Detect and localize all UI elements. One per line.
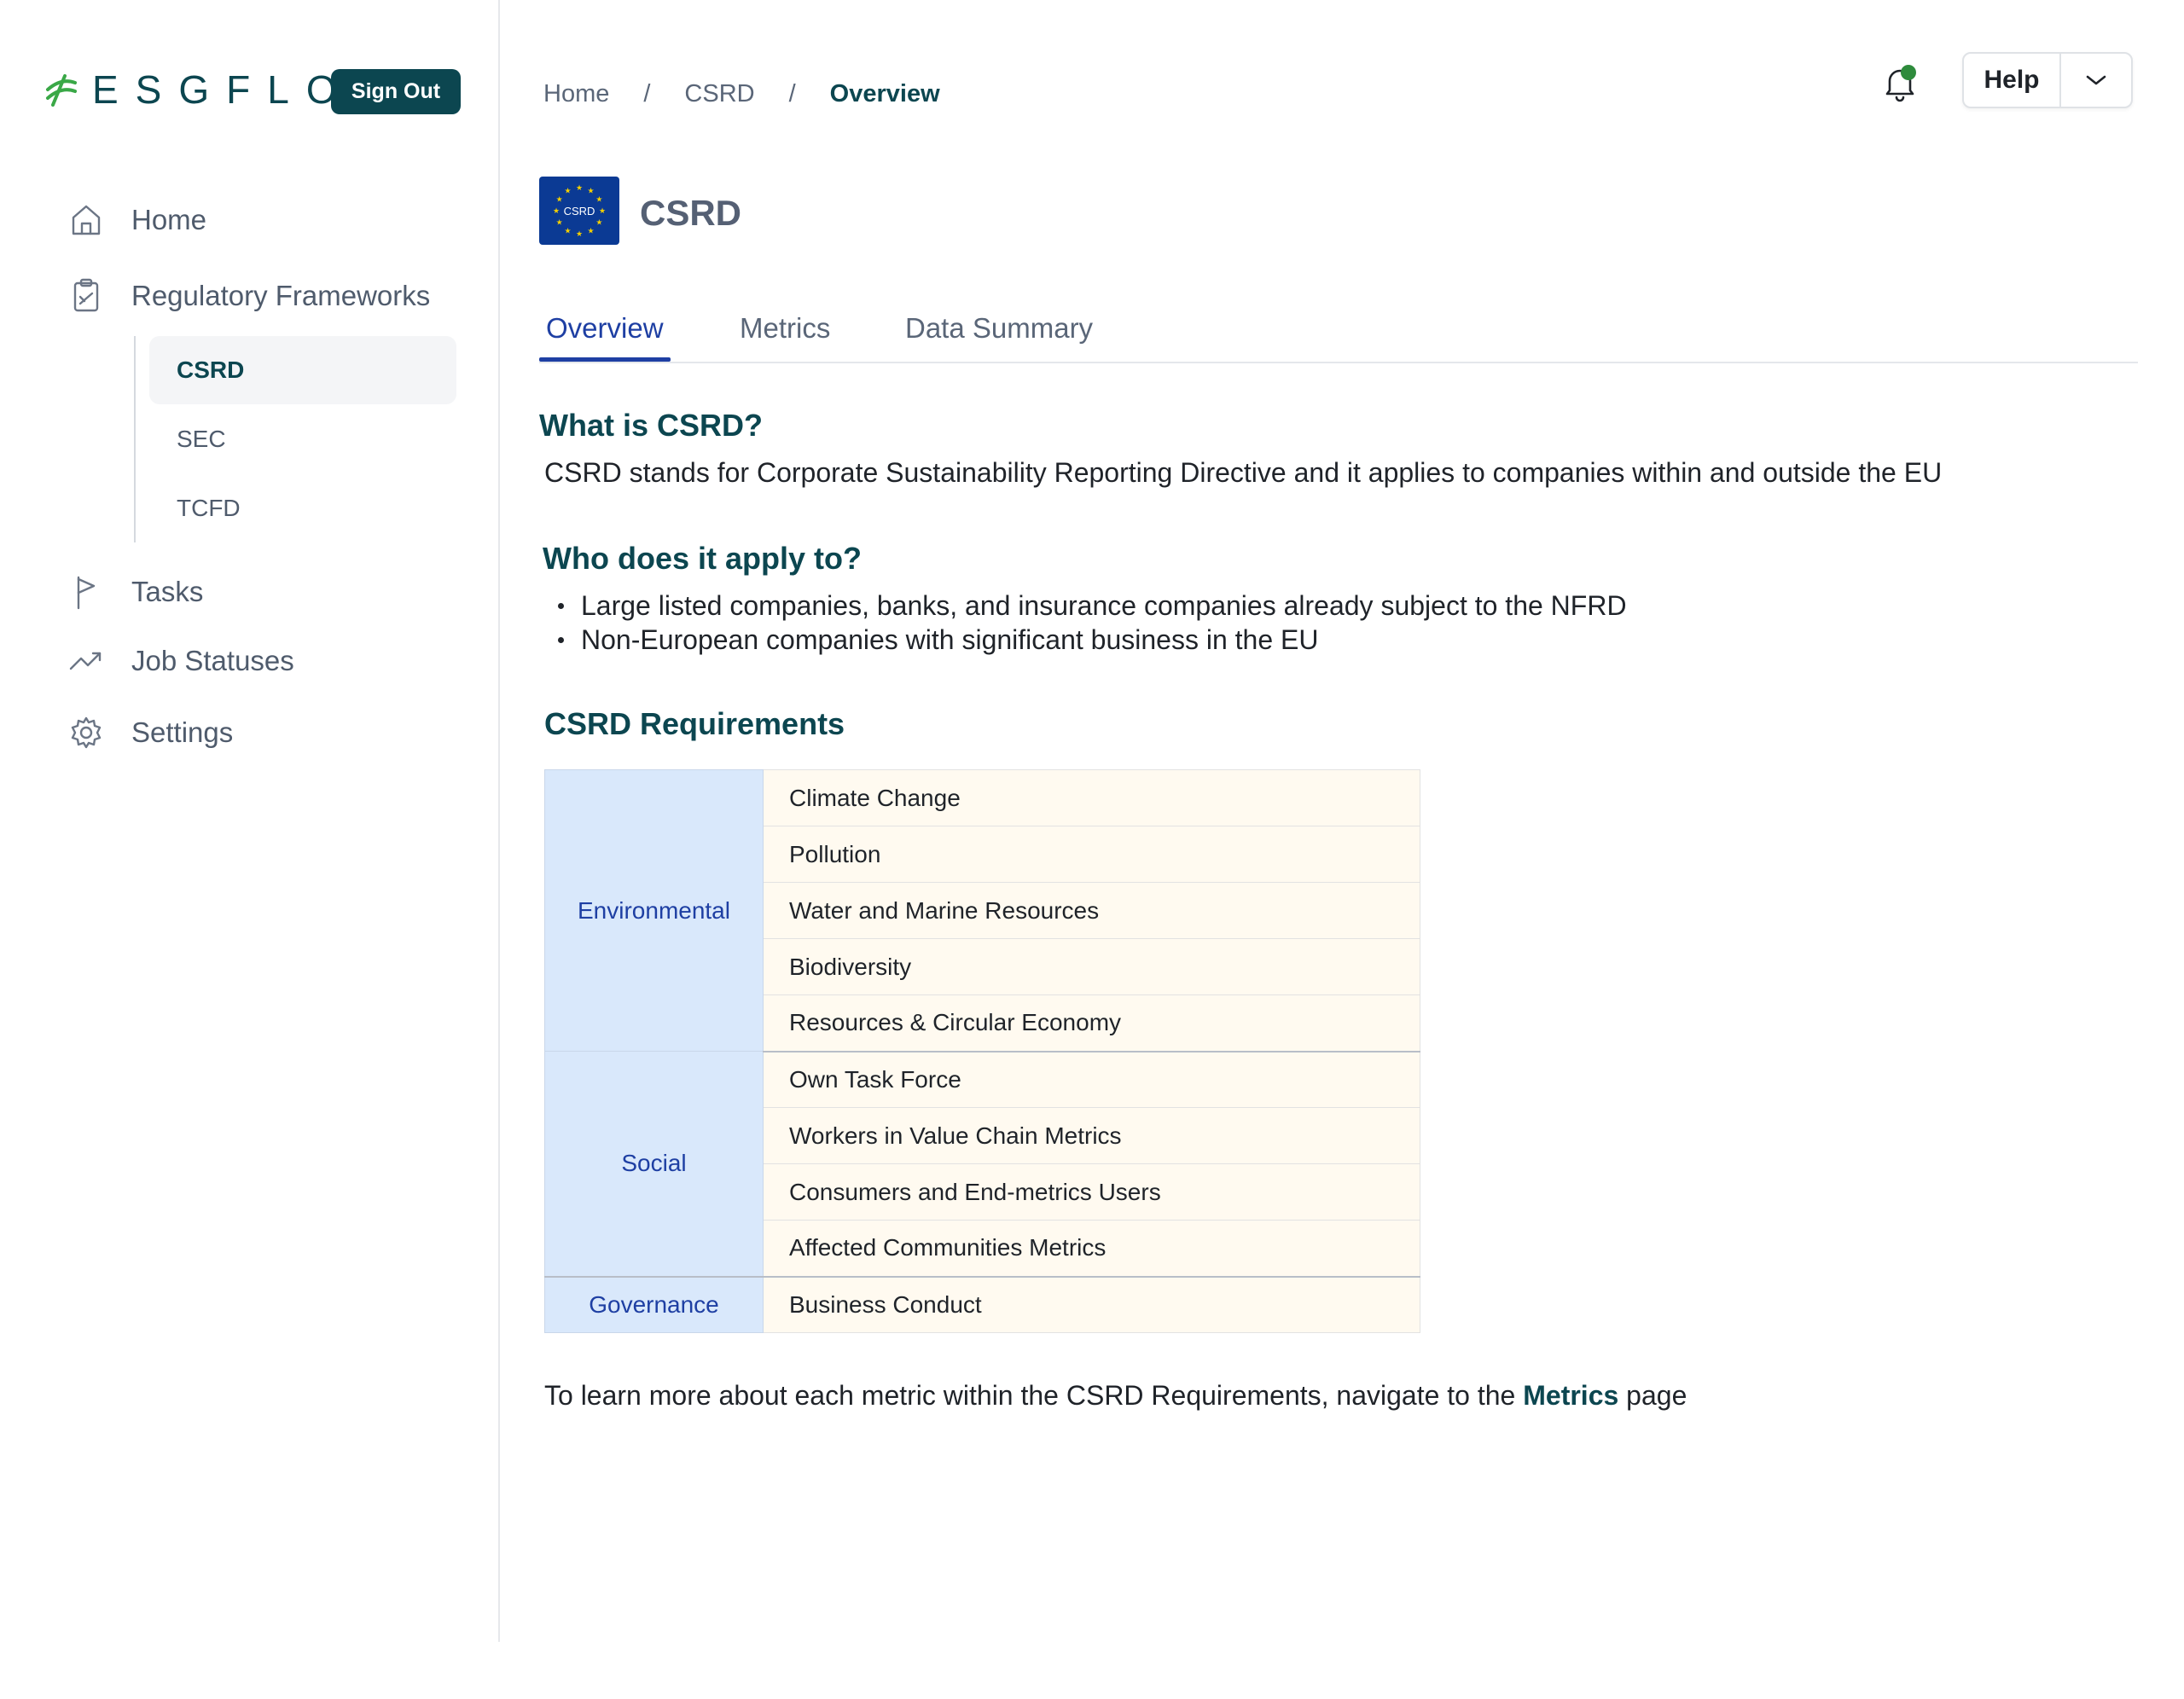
page-title: CSRD xyxy=(640,193,742,233)
list-item: Large listed companies, banks, and insur… xyxy=(555,589,1627,623)
list-item: Non-European companies with significant … xyxy=(555,623,1627,657)
gear-icon xyxy=(68,715,104,751)
breadcrumb-separator: / xyxy=(643,80,651,107)
sidebar-item-home[interactable]: Home xyxy=(68,202,206,238)
what-is-text: CSRD stands for Corporate Sustainability… xyxy=(544,457,1943,488)
breadcrumb-csrd[interactable]: CSRD xyxy=(684,80,754,108)
sidebar-item-job-statuses[interactable]: Job Statuses xyxy=(68,643,294,679)
who-applies-list: Large listed companies, banks, and insur… xyxy=(555,589,1627,657)
flag-icon xyxy=(68,574,104,610)
who-applies-heading: Who does it apply to? xyxy=(543,541,862,576)
sidebar-item-tasks[interactable]: Tasks xyxy=(68,574,203,610)
notification-dot xyxy=(1901,65,1916,80)
table-row: Environmental Climate Change xyxy=(544,769,1420,1052)
sidebar-subitem-sec[interactable]: SEC xyxy=(149,405,456,473)
tab-overview[interactable]: Overview xyxy=(546,312,664,345)
what-is-heading: What is CSRD? xyxy=(539,408,764,443)
requirement-item: Affected Communities Metrics xyxy=(763,1220,1420,1278)
category-social: Social xyxy=(544,1051,764,1278)
requirement-item: Business Conduct xyxy=(763,1276,1420,1333)
brand-logo[interactable]: ESGFLO xyxy=(43,67,354,112)
list-item-text: Large listed companies, banks, and insur… xyxy=(581,589,1627,621)
breadcrumb-home[interactable]: Home xyxy=(543,80,609,108)
requirement-item: Own Task Force xyxy=(763,1051,1420,1108)
sidebar-subitem-csrd[interactable]: CSRD xyxy=(149,336,456,404)
sign-out-button[interactable]: Sign Out xyxy=(331,69,461,114)
sidebar-item-label: Tasks xyxy=(131,576,204,607)
home-icon xyxy=(68,202,104,238)
table-row: Governance Business Conduct xyxy=(544,1276,1420,1333)
breadcrumb: Home / CSRD / Overview xyxy=(543,80,940,108)
requirement-item: Biodiversity xyxy=(763,938,1420,995)
help-menu-toggle[interactable] xyxy=(2061,54,2131,107)
help-button[interactable]: Help xyxy=(1964,54,2061,107)
requirement-item: Consumers and End-metrics Users xyxy=(763,1163,1420,1221)
breadcrumb-current: Overview xyxy=(829,80,940,107)
subnav-divider xyxy=(134,336,136,542)
sidebar-item-label: Home xyxy=(131,204,207,235)
tab-data-summary[interactable]: Data Summary xyxy=(905,312,1093,345)
requirement-item: Climate Change xyxy=(763,769,1420,826)
brand-name: ESGFLO xyxy=(92,67,354,112)
requirements-table: Environmental Climate Change Pollution W… xyxy=(544,769,1420,1333)
csrd-eu-flag-badge: ★ ★ ★ ★ ★ ★ ★ ★ ★ ★ ★ ★ CSRD xyxy=(539,177,619,245)
sidebar-item-regulatory-frameworks[interactable]: Regulatory Frameworks xyxy=(68,278,430,314)
metrics-link[interactable]: Metrics xyxy=(1523,1380,1618,1411)
help-dropdown: Help xyxy=(1962,52,2133,108)
badge-text: CSRD xyxy=(563,204,595,217)
active-tab-indicator xyxy=(539,357,671,362)
sidebar-item-label: Job Statuses xyxy=(131,645,294,676)
requirement-item: Pollution xyxy=(763,826,1420,883)
bullet-icon xyxy=(558,602,564,609)
bullet-icon xyxy=(558,636,564,643)
metrics-navigation-note: To learn more about each metric within t… xyxy=(544,1380,1687,1412)
category-environmental: Environmental xyxy=(544,769,764,1052)
sidebar-item-label: Settings xyxy=(131,716,234,748)
requirement-item: Water and Marine Resources xyxy=(763,882,1420,939)
note-suffix: page xyxy=(1618,1380,1687,1411)
note-prefix: To learn more about each metric within t… xyxy=(544,1380,1524,1411)
breadcrumb-separator: / xyxy=(788,80,796,107)
requirements-heading: CSRD Requirements xyxy=(544,706,845,741)
sidebar: ESGFLO Sign Out Home Regulatory Framewor… xyxy=(0,0,500,1642)
requirement-item: Workers in Value Chain Metrics xyxy=(763,1107,1420,1164)
list-item-text: Non-European companies with significant … xyxy=(581,623,1319,655)
sidebar-subitem-tcfd[interactable]: TCFD xyxy=(149,474,456,542)
requirement-item: Resources & Circular Economy xyxy=(763,994,1420,1052)
sidebar-item-settings[interactable]: Settings xyxy=(68,715,233,751)
sidebar-item-label: Regulatory Frameworks xyxy=(131,280,431,311)
category-governance: Governance xyxy=(544,1276,764,1333)
table-row: Social Own Task Force xyxy=(544,1051,1420,1278)
tab-metrics[interactable]: Metrics xyxy=(740,312,830,345)
tab-bar: Overview Metrics Data Summary xyxy=(539,307,2138,363)
clipboard-icon xyxy=(68,278,104,314)
trending-up-icon xyxy=(68,643,104,679)
chevron-down-icon xyxy=(2086,75,2106,85)
esgflo-logo-mark xyxy=(46,74,77,107)
